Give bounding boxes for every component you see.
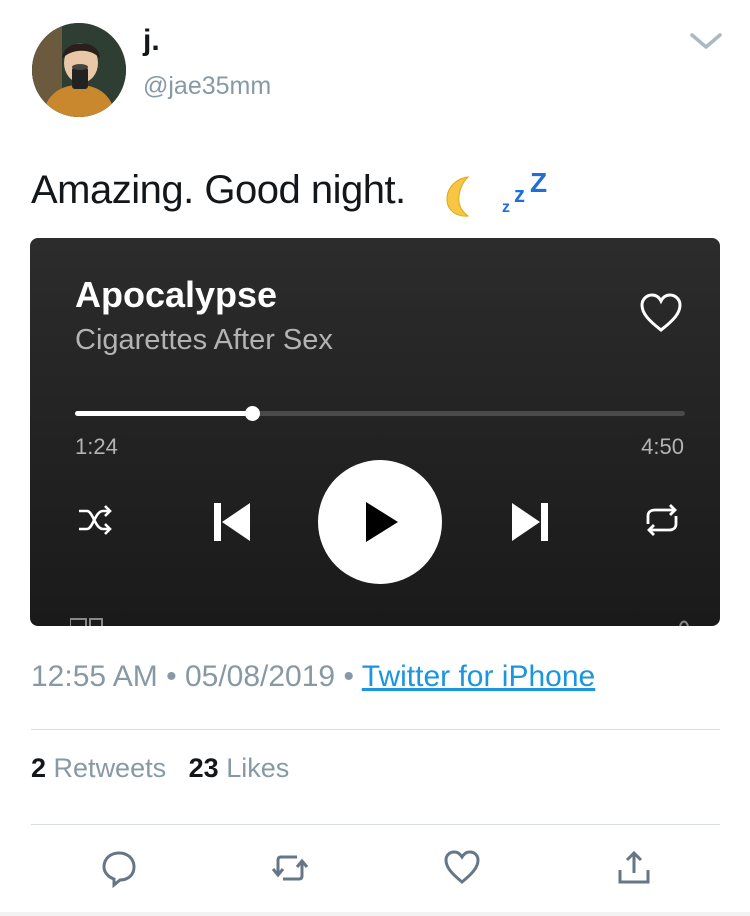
tweet-text: Amazing. Good night. [31, 168, 406, 212]
divider [31, 729, 720, 730]
zzz-icon: z z Z [502, 170, 547, 216]
crescent-moon-icon [446, 176, 470, 217]
retweets-count: 2 [31, 753, 47, 783]
meta-separator: • [166, 660, 177, 693]
share-icon[interactable] [614, 848, 654, 888]
bottom-border [0, 912, 750, 916]
music-player-card: Apocalypse Cigarettes After Sex 1:24 4:5… [30, 238, 720, 626]
likes-count: 23 [188, 753, 219, 783]
svg-text:z: z [514, 182, 525, 207]
devices-icon[interactable] [70, 618, 110, 626]
menu-icon[interactable] [650, 618, 690, 626]
svg-text:Z: Z [530, 170, 547, 198]
reply-icon[interactable] [99, 848, 139, 888]
retweet-icon[interactable] [270, 848, 310, 888]
previous-icon[interactable] [210, 500, 254, 544]
retweets-stat[interactable]: 2 Retweets [31, 753, 166, 783]
play-button[interactable] [318, 460, 442, 584]
artist-name: Cigarettes After Sex [75, 324, 333, 356]
song-title: Apocalypse [75, 274, 278, 315]
source-link[interactable]: Twitter for iPhone [362, 660, 595, 693]
tweet-date: 05/08/2019 [184, 660, 336, 693]
display-name[interactable]: j. [143, 24, 160, 58]
tweet-time: 12:55 AM [31, 660, 158, 693]
shuffle-icon[interactable] [76, 502, 116, 538]
play-icon [366, 502, 398, 542]
progress-fill [75, 411, 252, 416]
total-time: 4:50 [641, 434, 684, 459]
next-icon[interactable] [508, 500, 552, 544]
like-icon[interactable] [442, 848, 482, 888]
divider [31, 824, 720, 825]
handle[interactable]: @jae35mm [143, 72, 271, 101]
chevron-down-icon[interactable] [688, 30, 724, 52]
repeat-icon[interactable] [640, 502, 684, 538]
retweets-label: Retweets [53, 753, 167, 783]
elapsed-time: 1:24 [75, 434, 118, 459]
progress-bar[interactable] [75, 406, 685, 421]
meta-separator: • [343, 660, 354, 693]
tweet-stats: 2 Retweets 23 Likes [31, 753, 289, 784]
progress-knob[interactable] [244, 406, 260, 421]
svg-text:z: z [502, 199, 510, 216]
heart-icon[interactable] [638, 292, 684, 334]
avatar[interactable] [32, 23, 126, 117]
tweet-meta: 12:55 AM • 05/08/2019 • Twitter for iPho… [31, 660, 595, 694]
likes-stat[interactable]: 23 Likes [189, 753, 290, 783]
likes-label: Likes [226, 753, 290, 783]
